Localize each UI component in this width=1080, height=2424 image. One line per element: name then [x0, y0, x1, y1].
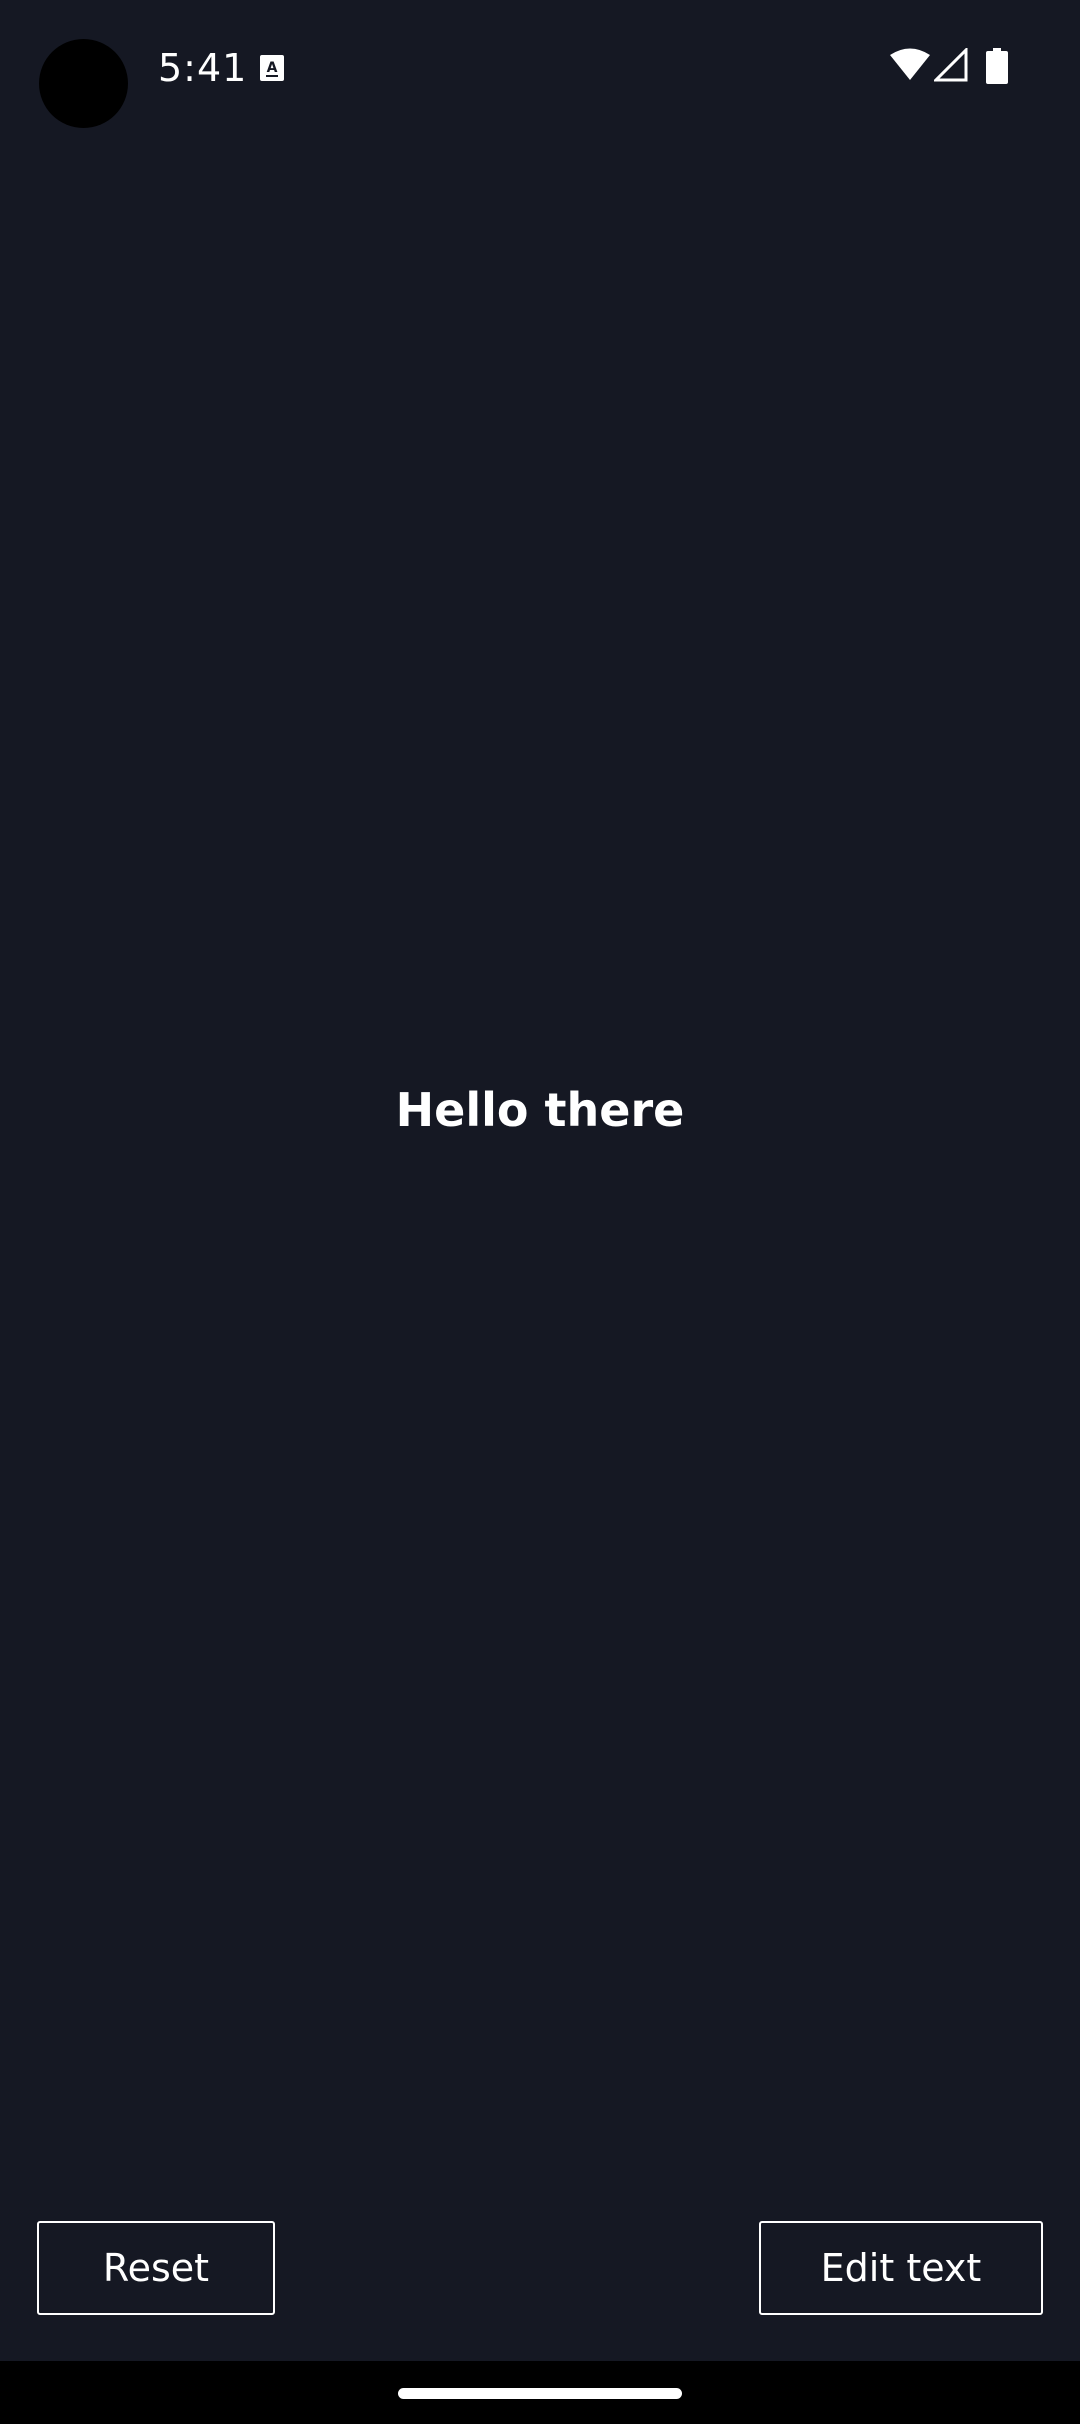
edit-text-button[interactable]: Edit text [759, 2221, 1043, 2315]
camera-cutout [39, 39, 128, 128]
reset-button[interactable]: Reset [37, 2221, 275, 2315]
status-time: 5:41 [158, 46, 248, 90]
svg-text:A: A [267, 60, 278, 76]
wifi-icon [890, 48, 930, 80]
a-text-notification-icon: A [260, 55, 284, 81]
status-icons [890, 48, 1010, 88]
greeting-text: Hello there [395, 1083, 685, 1137]
navigation-bar [0, 2361, 1080, 2424]
home-indicator[interactable] [398, 2388, 682, 2399]
status-bar: 5:41 A [0, 0, 1080, 140]
cellular-signal-icon [934, 48, 968, 82]
battery-icon [986, 48, 1008, 84]
